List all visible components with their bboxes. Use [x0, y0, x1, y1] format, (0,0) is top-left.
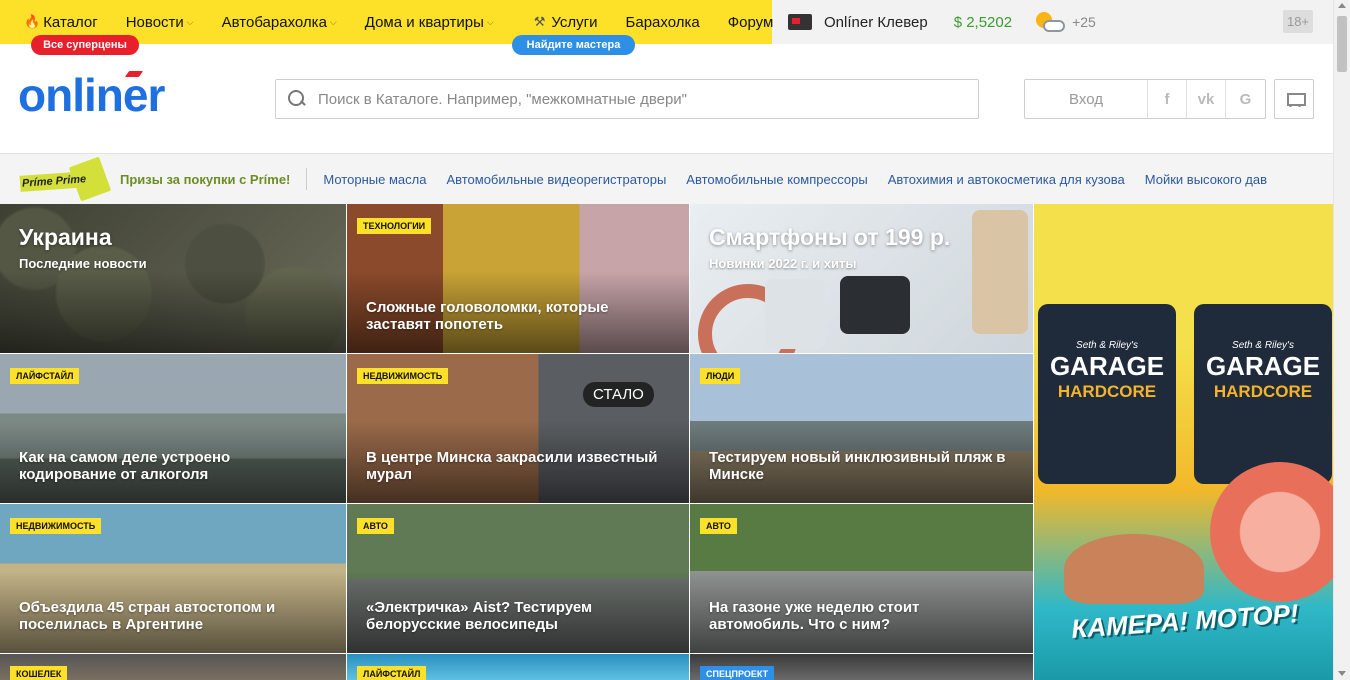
category-tag: АВТО [700, 518, 737, 534]
category-tag: НЕДВИЖИМОСТЬ [357, 368, 449, 384]
clever-icon [788, 14, 812, 30]
header: onliner Вход f vk G [0, 44, 1333, 154]
currency-rate[interactable]: $ 2,5202 [954, 14, 1012, 31]
nav-news[interactable]: Новости ⌵ [126, 14, 194, 31]
news-tile-mural[interactable]: НЕДВИЖИМОСТЬ СТАЛО В центре Минска закра… [347, 354, 689, 503]
find-master-badge[interactable]: Найдите мастера [512, 35, 635, 55]
tile-title: В центре Минска закрасили известный мура… [366, 449, 658, 483]
news-tile-hitchhiking[interactable]: НЕДВИЖИМОСТЬ Объездила 45 стран автостоп… [0, 504, 346, 653]
nav-baraholka-label: Барахолка [625, 13, 700, 31]
nav-services[interactable]: ⚒ Услуги [534, 14, 598, 31]
hammer-icon: ⚒ [533, 14, 546, 29]
login-button[interactable]: Вход [1025, 80, 1148, 118]
tile-title: Как на самом деле устроено кодирование о… [19, 449, 231, 483]
tile-title: Украина [19, 224, 112, 250]
category-tag: НЕДВИЖИМОСТЬ [10, 518, 102, 534]
search-input[interactable] [318, 90, 958, 108]
tile-title: «Электричка» Aist? Тестируем белорусские… [366, 599, 593, 633]
tile-subtitle: Последние новости [19, 256, 147, 271]
strip-link-dashcams[interactable]: Автомобильные видеорегистраторы [446, 172, 666, 187]
grapefruit-image [1210, 462, 1333, 602]
squeezer-image [1064, 534, 1204, 604]
ad-slogan: КАМЕРА! МОТОР! [1070, 598, 1300, 644]
chevron-down-icon: ⌵ [329, 16, 337, 27]
temperature[interactable]: +25 [1072, 14, 1096, 30]
nav-forum[interactable]: Форум [728, 14, 774, 31]
nav-forum-label: Форум [727, 13, 774, 31]
news-tile-bikes[interactable]: АВТО «Электричка» Aist? Тестируем белору… [347, 504, 689, 653]
news-tile-car[interactable]: АВТО На газоне уже неделю стоит автомоби… [690, 504, 1033, 653]
scroll-up-arrow-icon[interactable] [1338, 3, 1346, 8]
news-tile-special[interactable]: СПЕЦПРОЕКТ [690, 654, 1033, 680]
advertisement-banner[interactable]: Seth & Riley's GARAGE HARDCORE Seth & Ri… [1034, 204, 1333, 680]
onliner-logo[interactable]: onliner [18, 68, 165, 122]
ad-brand: Seth & Riley's GARAGE HARDCORE [1049, 340, 1165, 401]
category-tag: ЛАЙФСТАЙЛ [10, 368, 80, 384]
category-tag: ТЕХНОЛОГИИ [357, 218, 432, 234]
auth-block: Вход f vk G [1024, 79, 1266, 119]
scrollbar[interactable] [1333, 0, 1350, 680]
cart-button[interactable] [1274, 79, 1314, 119]
ad-brand: Seth & Riley's GARAGE HARDCORE [1205, 340, 1321, 401]
chevron-down-icon: ⌵ [486, 16, 494, 27]
scroll-thumb[interactable] [1337, 16, 1347, 72]
google-icon[interactable]: G [1226, 80, 1265, 118]
promo-tile-smartphones[interactable]: Смартфоны от 199 р. Новинки 2022 г. и хи… [690, 204, 1033, 353]
prime-logo[interactable]: Príme Prime [18, 156, 112, 202]
superprices-badge[interactable]: Все суперцены [31, 35, 139, 55]
nav-auto-label: Автобарахолка [221, 13, 327, 31]
tile-title: Сложные головоломки, которые заставят по… [366, 299, 609, 333]
category-tag: КОШЕЛЕК [10, 666, 68, 680]
tile-title: Тестируем новый инклюзивный пляж в Минск… [709, 449, 1006, 483]
chevron-down-icon: ⌵ [186, 16, 194, 27]
top-right-info: Onlíner Клевер $ 2,5202 +25 [788, 0, 1096, 44]
news-tile-coding[interactable]: ЛАЙФСТАЙЛ Как на самом деле устроено код… [0, 354, 346, 503]
category-tag: АВТО [357, 518, 394, 534]
nav-realty-label: Дома и квартиры [364, 13, 484, 31]
tile-subtitle: Новинки 2022 г. и хиты [709, 256, 857, 271]
after-label: СТАЛО [583, 382, 654, 407]
vk-icon[interactable]: vk [1187, 80, 1226, 118]
nav-realty[interactable]: Дома и квартиры ⌵ [365, 14, 494, 31]
facebook-icon[interactable]: f [1148, 80, 1187, 118]
strip-link-autochem[interactable]: Автохимия и автокосметика для кузова [888, 172, 1125, 187]
category-tag: ЛАЙФСТАЙЛ [357, 666, 427, 680]
news-tile-beach[interactable]: ЛЮДИ Тестируем новый инклюзивный пляж в … [690, 354, 1033, 503]
promo-strip: Príme Prime Призы за покупки с Príme! Мо… [0, 154, 1333, 204]
nav-auto[interactable]: Автобарахолка ⌵ [222, 14, 337, 31]
age-badge: 18+ [1283, 10, 1313, 33]
category-tag: ЛЮДИ [700, 368, 741, 384]
scroll-down-arrow-icon[interactable] [1338, 671, 1346, 676]
news-tile-ukraine[interactable]: Украина Последние новости [0, 204, 346, 353]
top-bar: 🔥 Каталог Новости ⌵ Автобарахолка ⌵ Дома… [0, 0, 1333, 55]
category-tag: СПЕЦПРОЕКТ [700, 666, 775, 680]
nav-catalog[interactable]: 🔥 Каталог [24, 14, 98, 31]
strip-link-washers[interactable]: Мойки высокого дав [1145, 172, 1267, 187]
nav-news-label: Новости [125, 13, 184, 31]
nav-catalog-label: Каталог [43, 13, 98, 31]
tile-title: На газоне уже неделю стоит автомобиль. Ч… [709, 599, 920, 633]
strip-divider [306, 168, 308, 190]
news-tile-wallet[interactable]: КОШЕЛЕК [0, 654, 346, 680]
nav-services-label: Услуги [551, 13, 598, 31]
clever-link[interactable]: Onlíner Клевер [824, 14, 928, 31]
nav-baraholka[interactable]: Барахолка [626, 14, 700, 31]
fire-icon: 🔥 [24, 14, 41, 29]
news-tile-puzzles[interactable]: ТЕХНОЛОГИИ Сложные головоломки, которые … [347, 204, 689, 353]
strip-link-oils[interactable]: Моторные масла [323, 172, 426, 187]
cart-icon [1284, 91, 1306, 107]
news-tile-lifestyle[interactable]: ЛАЙФСТАЙЛ [347, 654, 689, 680]
tile-title: Объездила 45 стран автостопом и поселила… [19, 599, 276, 633]
weather-icon [1034, 8, 1066, 36]
prime-promo-link[interactable]: Призы за покупки с Príme! [120, 172, 290, 187]
search-icon [288, 90, 306, 108]
tile-title: Смартфоны от 199 р. [709, 224, 951, 250]
strip-link-compressors[interactable]: Автомобильные компрессоры [686, 172, 867, 187]
search-box [275, 79, 979, 119]
